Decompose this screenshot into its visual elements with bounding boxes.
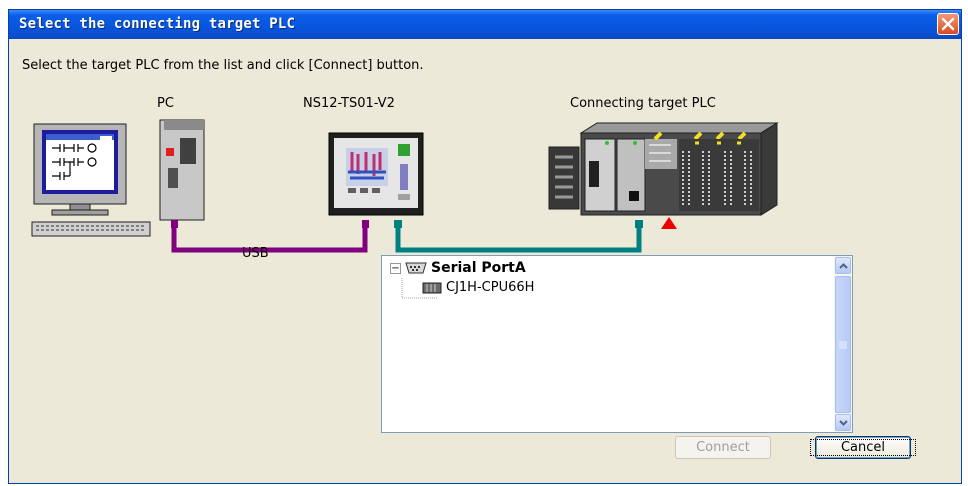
tree-node-cpu[interactable]: CJ1H-CPU66H [422, 280, 534, 295]
connect-button[interactable]: Connect [675, 436, 771, 459]
serial-port-label: Serial PortA [431, 260, 526, 276]
chevron-down-icon [838, 419, 848, 426]
terminal-serial-connector [394, 220, 402, 228]
scroll-down-button[interactable] [835, 414, 851, 431]
tree-node-serial-port[interactable]: − Serial PortA [390, 260, 526, 276]
plc-port-connector [635, 220, 643, 228]
plc-tree-view[interactable]: − Serial PortA CJ1H-CPU66H [381, 255, 853, 433]
cpu-model-label: CJ1H-CPU66H [446, 280, 535, 295]
chevron-up-icon [838, 262, 848, 269]
target-marker-icon [661, 217, 677, 229]
collapse-toggle[interactable]: − [390, 262, 401, 274]
usb-label: USB [242, 246, 269, 261]
grip-icon [839, 341, 847, 348]
scroll-up-button[interactable] [835, 257, 851, 274]
terminal-usb-connector [362, 220, 369, 228]
serial-connection-line [395, 225, 642, 253]
pc-port-connector [171, 220, 178, 228]
serial-port-icon [405, 262, 427, 274]
scroll-thumb[interactable] [835, 276, 851, 413]
connect-button-label: Connect [696, 440, 750, 455]
cancel-button[interactable]: Cancel [809, 436, 917, 459]
vertical-scrollbar[interactable] [834, 256, 852, 432]
cancel-button-label: Cancel [809, 439, 917, 456]
plc-cpu-icon [422, 282, 442, 293]
usb-connection-line [171, 225, 368, 253]
